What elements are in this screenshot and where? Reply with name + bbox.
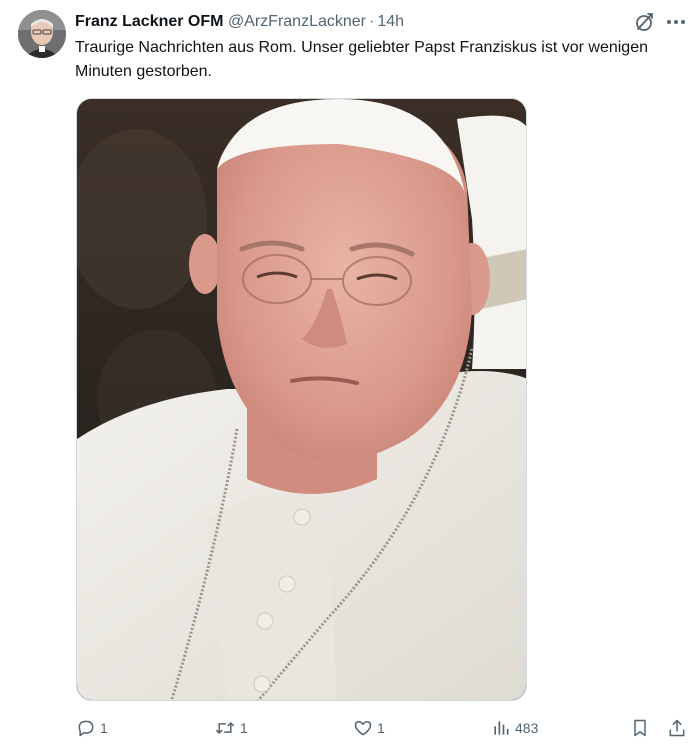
avatar-image	[18, 10, 66, 58]
user-handle[interactable]: @ArzFranzLackner	[228, 13, 366, 30]
tweet-photo[interactable]	[76, 98, 527, 701]
views-button[interactable]: 483	[491, 714, 538, 742]
grok-icon	[636, 13, 653, 31]
bookmark-icon	[634, 719, 646, 737]
view-count: 483	[515, 720, 539, 736]
tweet: Franz Lackner OFM @ArzFranzLackner · 14h T…	[0, 0, 700, 753]
retweet-count: 1	[240, 720, 248, 736]
heart-icon	[354, 721, 372, 736]
photo-image	[77, 99, 526, 700]
more-button[interactable]	[664, 10, 688, 34]
separator-dot: ·	[369, 13, 375, 30]
share-icon	[669, 719, 685, 737]
tweet-actions: 1 1 1 483	[0, 714, 700, 742]
analytics-icon	[494, 721, 509, 735]
tweet-header: Franz Lackner OFM @ArzFranzLackner · 14h	[75, 12, 404, 32]
reply-button[interactable]: 1	[76, 714, 108, 742]
share-button[interactable]	[667, 714, 687, 742]
retweet-icon	[215, 721, 235, 735]
grok-button[interactable]	[632, 10, 656, 34]
like-button[interactable]: 1	[353, 714, 385, 742]
bookmark-button[interactable]	[630, 714, 650, 742]
timestamp[interactable]: 14h	[377, 13, 404, 30]
tweet-text: Traurige Nachrichten aus Rom. Unser geli…	[75, 39, 648, 80]
display-name[interactable]: Franz Lackner OFM	[75, 13, 223, 30]
avatar[interactable]	[18, 10, 66, 58]
more-icon	[667, 20, 685, 24]
reply-count: 1	[100, 720, 108, 736]
like-count: 1	[377, 720, 385, 736]
retweet-button[interactable]: 1	[214, 714, 248, 742]
reply-icon	[78, 720, 94, 737]
